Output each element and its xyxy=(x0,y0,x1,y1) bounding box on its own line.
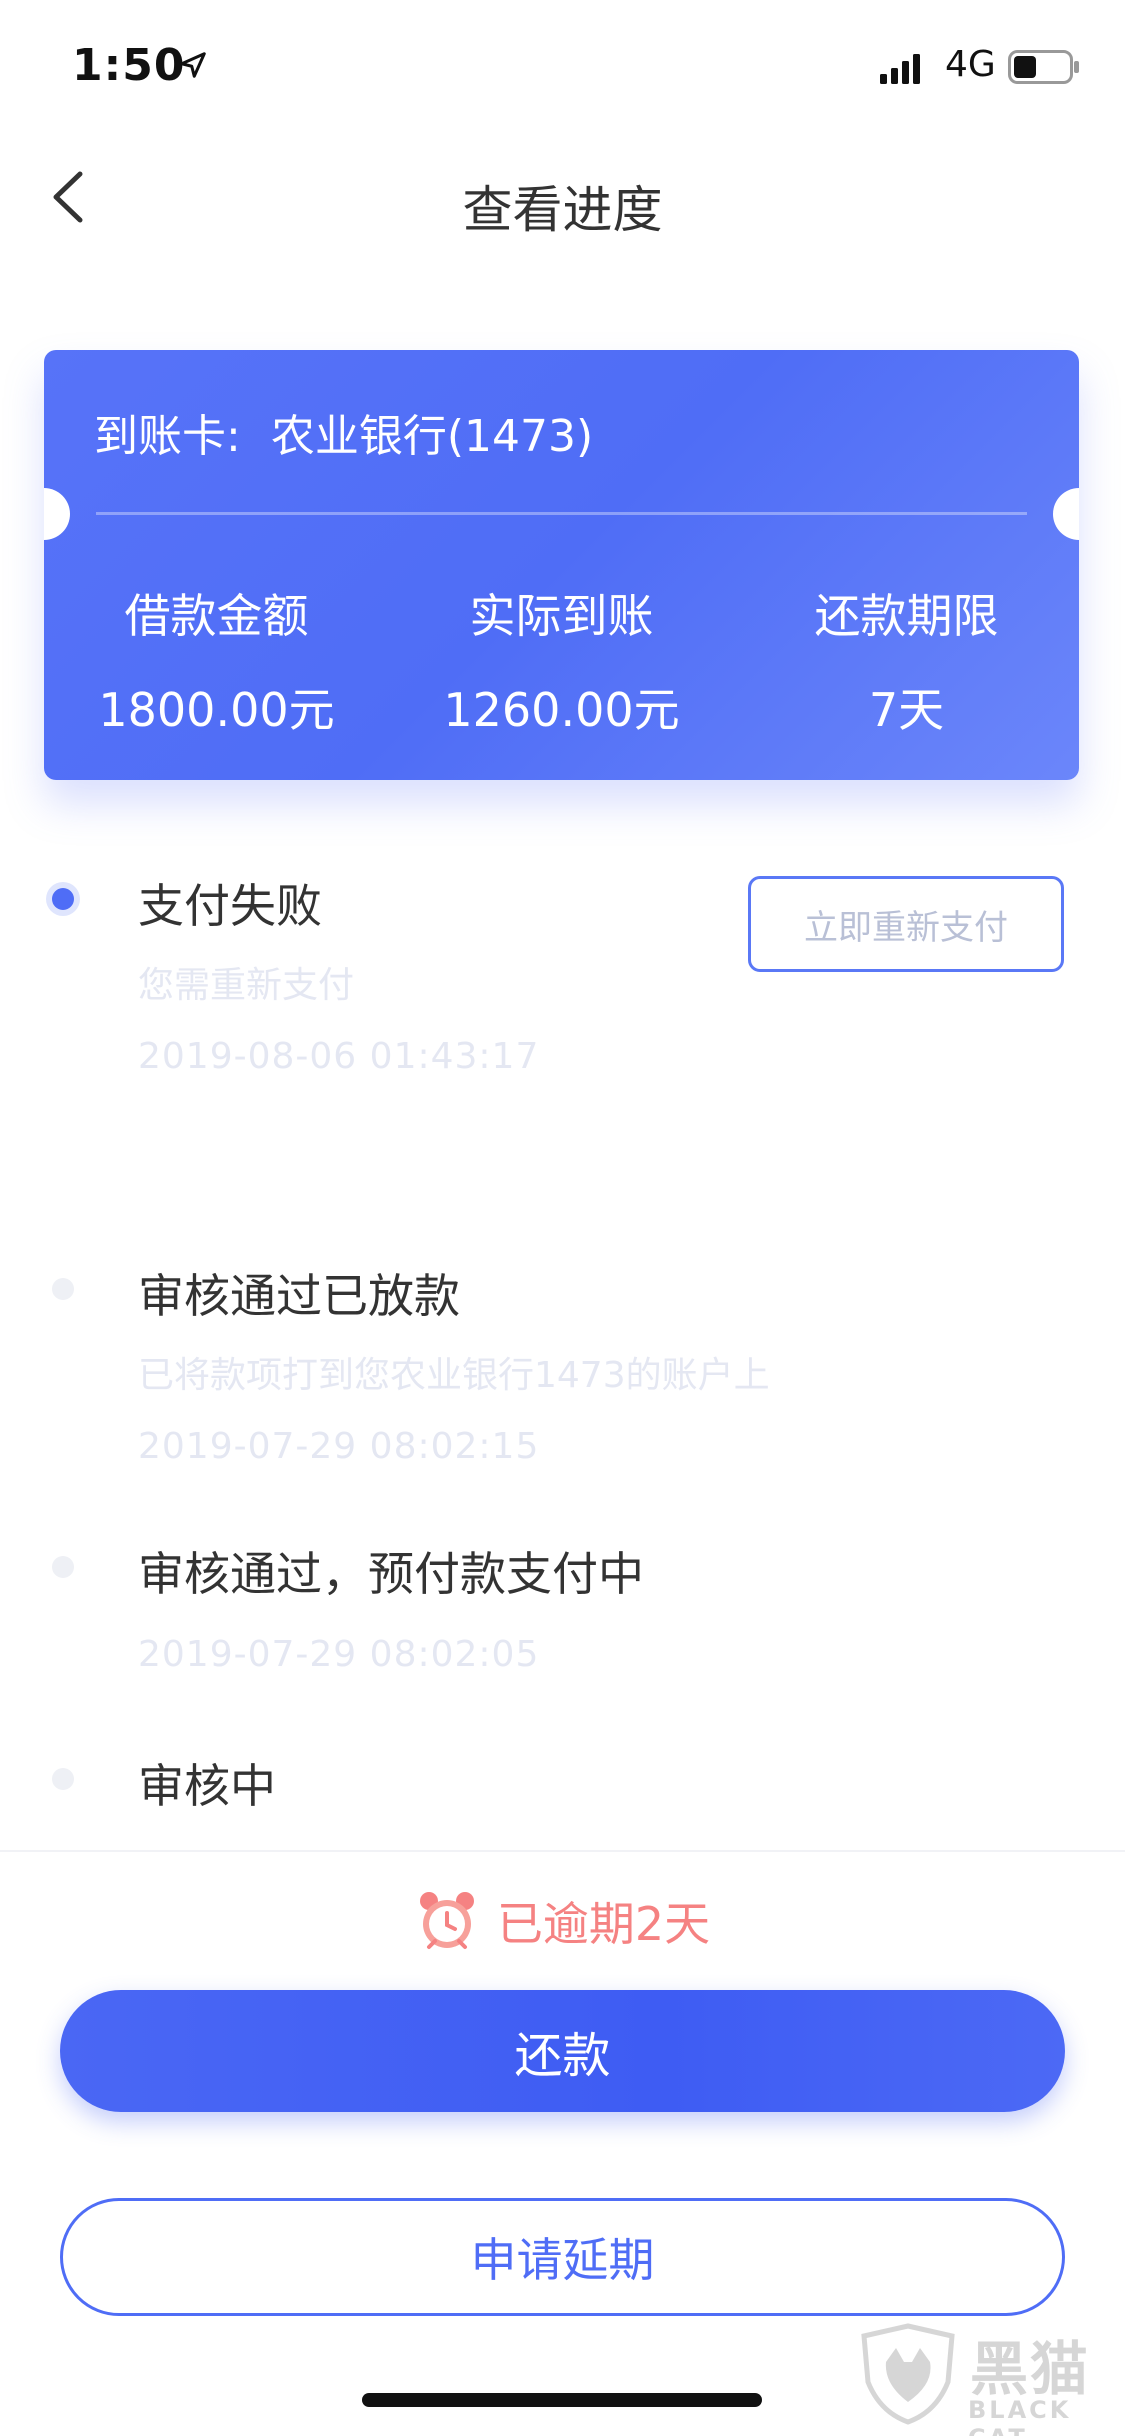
alarm-clock-icon xyxy=(419,1892,474,1949)
timeline-time: 2019-07-29 08:02:05 xyxy=(138,1634,540,1675)
repay-button[interactable]: 还款 xyxy=(60,1990,1065,2112)
timeline-title: 审核通过已放款 xyxy=(138,1269,460,1323)
timeline-desc: 已将款项打到您农业银行1473的账户上 xyxy=(138,1355,770,1396)
card-stats: 借款金额 1800.00元 实际到账 1260.00元 还款期限 7天 xyxy=(44,580,1079,740)
stat-label: 借款金额 xyxy=(124,589,309,643)
card-notch-right xyxy=(1053,488,1079,540)
bottom-divider xyxy=(0,1850,1125,1852)
stat-label: 实际到账 xyxy=(469,589,654,643)
battery-icon xyxy=(1008,50,1079,84)
watermark-en: BLACK CAT xyxy=(968,2396,1072,2436)
overdue-text: 已逾期2天 xyxy=(496,1897,711,1951)
timeline-desc: 您需重新支付 xyxy=(138,965,355,1006)
watermark-cn: 黑猫 xyxy=(970,2335,1091,2403)
timeline-dot xyxy=(52,1278,74,1300)
stat-actual-received: 实际到账 1260.00元 xyxy=(389,580,734,740)
home-indicator[interactable] xyxy=(362,2393,762,2407)
stat-value: 1260.00元 xyxy=(443,683,680,737)
cellular-signal-icon xyxy=(880,54,920,84)
status-bar: 1:50 4G xyxy=(0,0,1125,132)
timeline-dot xyxy=(52,1556,74,1578)
timeline-title: 支付失败 xyxy=(138,879,322,933)
black-cat-logo-icon xyxy=(861,2323,955,2425)
stat-loan-amount: 借款金额 1800.00元 xyxy=(44,580,389,740)
network-type: 4G xyxy=(945,44,996,85)
location-arrow-icon xyxy=(180,52,206,78)
card-notch-left xyxy=(44,488,70,540)
status-time: 1:50 xyxy=(72,40,186,91)
loan-summary-card: 到账卡: 农业银行(1473) 借款金额 1800.00元 实际到账 1260.0… xyxy=(44,350,1079,780)
stat-value: 7天 xyxy=(868,683,945,737)
timeline-dot xyxy=(52,1768,74,1790)
timeline-time: 2019-07-29 08:02:15 xyxy=(138,1426,540,1467)
receiving-account: 到账卡: 农业银行(1473) xyxy=(94,400,593,464)
timeline-title: 审核中 xyxy=(138,1759,276,1813)
receiving-account-label: 到账卡: xyxy=(94,411,241,462)
receiving-account-value: 农业银行(1473) xyxy=(270,411,594,462)
page-title: 查看进度 xyxy=(462,181,663,239)
watermark: 黑猫 BLACK CAT xyxy=(850,2318,1120,2436)
card-divider xyxy=(96,512,1027,515)
timeline-dot-active xyxy=(52,888,74,910)
timeline-time: 2019-08-06 01:43:17 xyxy=(138,1036,540,1077)
apply-extension-button[interactable]: 申请延期 xyxy=(60,2198,1065,2316)
stat-label: 还款期限 xyxy=(814,589,999,643)
timeline-title: 审核通过，预付款支付中 xyxy=(138,1547,644,1601)
stat-value: 1800.00元 xyxy=(98,683,335,737)
nav-bar: 查看进度 xyxy=(0,132,1125,264)
stat-repay-term: 还款期限 7天 xyxy=(734,580,1079,740)
repay-again-button[interactable]: 立即重新支付 xyxy=(748,876,1064,972)
overdue-notice: 已逾期2天 xyxy=(0,1888,1125,1954)
